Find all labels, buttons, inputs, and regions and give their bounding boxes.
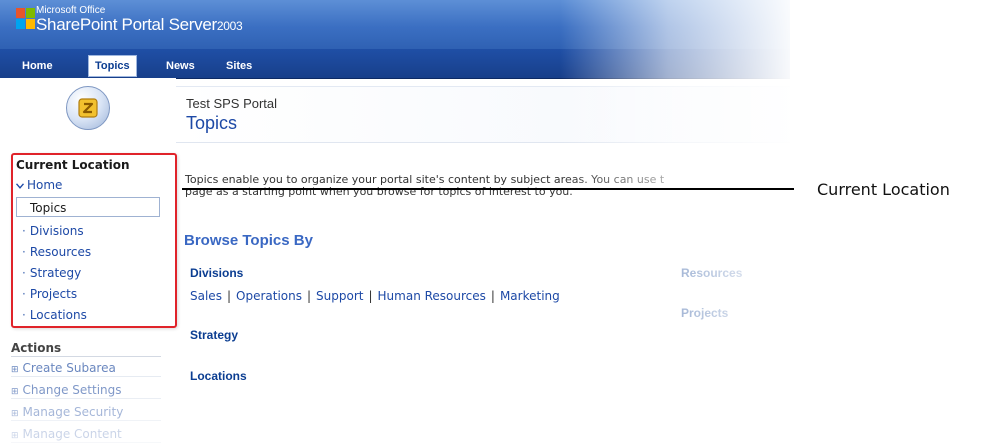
- action-create-subarea[interactable]: ⊞ Create Subarea: [11, 361, 161, 377]
- title-area: [176, 86, 790, 143]
- product-year: 2003: [216, 19, 243, 33]
- division-link-human-resources[interactable]: Human Resources: [378, 289, 486, 303]
- action-label: Create Subarea: [22, 361, 116, 375]
- category-resources-link[interactable]: Resources: [681, 266, 742, 280]
- actions-heading: Actions: [11, 341, 62, 355]
- square-bullet-icon: ⊞: [11, 409, 19, 419]
- nav-topics[interactable]: Topics: [88, 55, 137, 77]
- page-title: Topics: [186, 113, 238, 133]
- top-navigation: Home Topics News Sites: [0, 49, 790, 79]
- action-label: Change Settings: [22, 383, 122, 397]
- link-separator: |: [306, 289, 312, 303]
- browse-topics-heading: Browse Topics By: [184, 232, 313, 249]
- action-label: Manage Content: [22, 427, 122, 441]
- category-strategy-link[interactable]: Strategy: [190, 328, 238, 342]
- product-name: SharePoint Portal Server2003: [36, 15, 243, 35]
- square-bullet-icon: ⊞: [11, 387, 19, 397]
- logo-area: [0, 78, 176, 156]
- scroll-icon: [78, 98, 98, 118]
- category-projects-link[interactable]: Projects: [681, 306, 728, 320]
- division-link-sales[interactable]: Sales: [190, 289, 222, 303]
- square-bullet-icon: ⊞: [11, 365, 19, 375]
- nav-news[interactable]: News: [160, 56, 201, 76]
- screenshot: Microsoft Office SharePoint Portal Serve…: [0, 0, 790, 443]
- action-manage-security[interactable]: ⊞ Manage Security: [11, 405, 161, 421]
- square-bullet-icon: ⊞: [11, 431, 19, 441]
- nav-sites[interactable]: Sites: [220, 56, 258, 76]
- portal-banner: Microsoft Office SharePoint Portal Serve…: [0, 0, 790, 49]
- division-link-operations[interactable]: Operations: [236, 289, 302, 303]
- current-location-highlight: [11, 153, 177, 328]
- division-links: Sales | Operations | Support | Human Resources…: [190, 289, 560, 303]
- site-name: Test SPS Portal: [186, 96, 278, 111]
- actions-divider: [11, 356, 161, 357]
- link-separator: |: [226, 289, 231, 303]
- link-separator: |: [490, 289, 495, 303]
- category-divisions-link[interactable]: Divisions: [190, 266, 243, 280]
- intro-text: Topics enable you to organize your porta…: [185, 174, 790, 198]
- action-change-settings[interactable]: ⊞ Change Settings: [11, 383, 161, 399]
- nav-home[interactable]: Home: [16, 56, 59, 76]
- callout-label: Current Location: [817, 180, 950, 199]
- action-label: Manage Security: [22, 405, 124, 419]
- category-locations-link[interactable]: Locations: [190, 369, 247, 383]
- division-link-support[interactable]: Support: [316, 289, 363, 303]
- callout-line: [182, 188, 794, 190]
- link-separator: |: [368, 289, 373, 303]
- title-divider: [176, 142, 790, 143]
- portal-logo[interactable]: [66, 86, 110, 130]
- product-title: SharePoint Portal Server: [36, 15, 217, 34]
- action-manage-content[interactable]: ⊞ Manage Content: [11, 427, 161, 443]
- office-logo-icon: [16, 8, 35, 29]
- division-link-marketing[interactable]: Marketing: [500, 289, 560, 303]
